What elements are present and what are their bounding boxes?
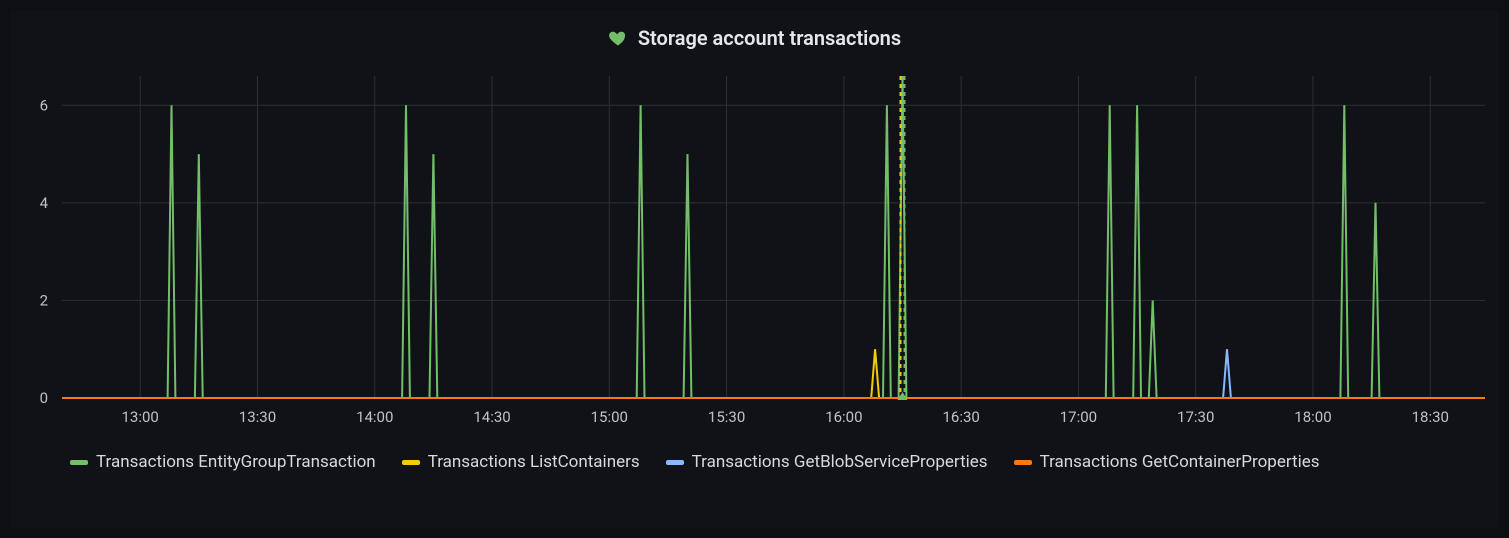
panel-title-bar[interactable]: Storage account transactions bbox=[10, 10, 1499, 66]
series-line bbox=[62, 349, 1485, 398]
svg-text:4: 4 bbox=[40, 194, 49, 212]
svg-text:6: 6 bbox=[40, 96, 48, 114]
svg-text:15:30: 15:30 bbox=[708, 408, 745, 426]
legend-item[interactable]: Transactions GetBlobServiceProperties bbox=[666, 452, 988, 472]
legend-label: Transactions GetContainerProperties bbox=[1040, 452, 1320, 472]
svg-text:17:30: 17:30 bbox=[1177, 408, 1214, 426]
legend-swatch bbox=[402, 460, 420, 465]
series-line bbox=[62, 349, 1485, 398]
svg-text:18:30: 18:30 bbox=[1412, 408, 1449, 426]
legend-item[interactable]: Transactions GetContainerProperties bbox=[1014, 452, 1320, 472]
heart-icon bbox=[608, 28, 628, 48]
svg-text:15:00: 15:00 bbox=[591, 408, 628, 426]
chart-legend: Transactions EntityGroupTransaction Trans… bbox=[70, 452, 1487, 472]
svg-text:2: 2 bbox=[40, 291, 48, 309]
legend-swatch bbox=[70, 460, 88, 465]
legend-swatch bbox=[1014, 460, 1032, 465]
chart-panel: Storage account transactions 0 2 4 6 13:00 13… bbox=[10, 10, 1499, 528]
legend-item[interactable]: Transactions ListContainers bbox=[402, 452, 640, 472]
series-line bbox=[62, 76, 1485, 398]
svg-text:14:00: 14:00 bbox=[356, 408, 393, 426]
svg-text:16:00: 16:00 bbox=[825, 408, 862, 426]
svg-text:16:30: 16:30 bbox=[942, 408, 979, 426]
svg-text:13:30: 13:30 bbox=[239, 408, 276, 426]
legend-label: Transactions GetBlobServiceProperties bbox=[692, 452, 988, 472]
legend-swatch bbox=[666, 460, 684, 465]
svg-text:0: 0 bbox=[40, 389, 48, 407]
legend-label: Transactions ListContainers bbox=[428, 452, 640, 472]
legend-item[interactable]: Transactions EntityGroupTransaction bbox=[70, 452, 376, 472]
legend-label: Transactions EntityGroupTransaction bbox=[96, 452, 376, 472]
svg-text:13:00: 13:00 bbox=[122, 408, 159, 426]
chart-plot[interactable]: 0 2 4 6 13:00 13:30 14:00 14:30 15:00 15:30 16:00 1… bbox=[10, 66, 1499, 446]
svg-text:17:00: 17:00 bbox=[1060, 408, 1097, 426]
svg-text:18:00: 18:00 bbox=[1294, 408, 1331, 426]
svg-text:14:30: 14:30 bbox=[473, 408, 510, 426]
panel-title: Storage account transactions bbox=[638, 26, 901, 50]
